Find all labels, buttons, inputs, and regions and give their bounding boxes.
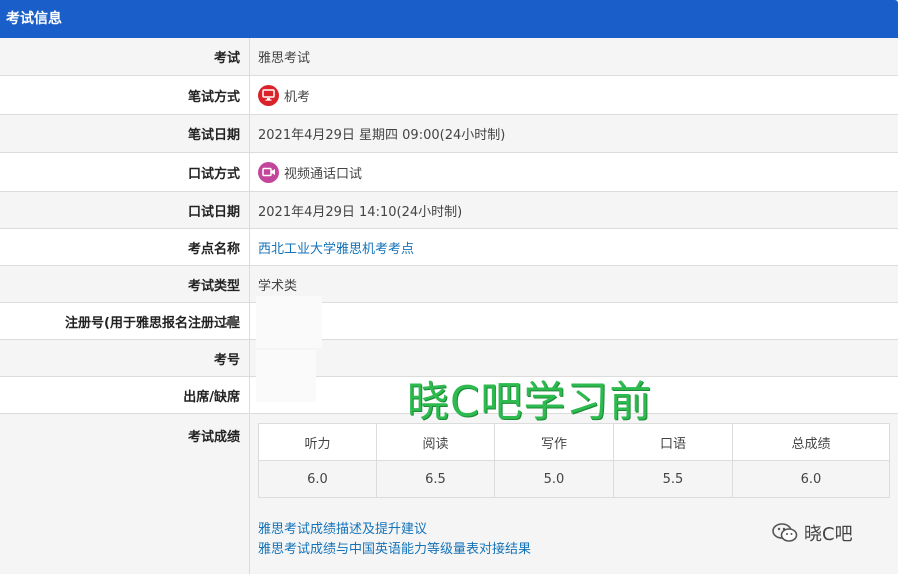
scores-header-row: 听力 阅读 写作 口语 总成绩 [258,423,890,461]
row-value: 雅思考试 [250,38,898,75]
written-mode-value: 机考 [284,89,311,105]
written-date-value: 2021年4月29日 星期四 09:00(24小时制) [258,128,506,143]
test-type-value: 学术类 [258,278,298,294]
brand-badge: 晓C吧 [772,520,853,546]
row-test-type: 考试类型 学术类 [0,266,898,303]
speaking-mode-value: 视频通话口试 [284,166,363,182]
score-reading: 6.5 [376,460,495,498]
score-header-speaking: 口语 [613,423,733,461]
row-label: 出席/缺席 [0,377,250,413]
score-speaking: 5.5 [613,460,733,498]
row-label: 笔试方式 [0,76,250,114]
scores-table: 听力 阅读 写作 口语 总成绩 6.0 6.5 5.0 5.5 6.0 [258,423,890,498]
row-exam: 考试 雅思考试 [0,38,898,76]
row-speaking-date: 口试日期 2021年4月29日 14:10(24小时制) [0,192,898,229]
score-header-overall: 总成绩 [732,423,890,461]
row-value: 学术类 [250,266,898,302]
score-header-listening: 听力 [258,423,377,461]
score-writing: 5.0 [494,460,614,498]
row-value: 西北工业大学雅思机考考点 [250,229,898,265]
section-header: 考试信息 [0,0,898,38]
row-label: 考点名称 [0,229,250,265]
row-scores: 考试成绩 听力 阅读 写作 口语 总成绩 6.0 6.5 5.0 5.5 6.0 [0,414,898,574]
score-listening: 6.0 [258,460,377,498]
video-call-icon [258,161,279,183]
row-label: 口试日期 [0,192,250,228]
row-test-center: 考点名称 西北工业大学雅思机考考点 [0,229,898,266]
row-label: 考试类型 [0,266,250,302]
watermark-text: 晓C吧学习前 [407,377,653,426]
row-registration-number: 注册号(用于雅思报名注册过程 [0,303,898,340]
computer-icon [258,84,279,106]
row-value [250,303,898,339]
wechat-icon [772,523,798,542]
row-label: 注册号(用于雅思报名注册过程 [0,303,250,339]
row-label: 考试成绩 [0,414,250,574]
test-center-link[interactable]: 西北工业大学雅思机考考点 [258,238,414,257]
row-label: 考试 [0,38,250,75]
speaking-date-value: 2021年4月29日 14:10(24小时制) [258,204,463,220]
row-value: 机考 [250,76,898,114]
score-header-writing: 写作 [494,423,614,461]
row-label: 考号 [0,340,250,376]
exam-info-table: 考试 雅思考试 笔试方式 机考 笔试日期 2021年4月29日 星期四 09:0… [0,38,898,574]
row-value: 2021年4月29日 14:10(24小时制) [250,192,898,228]
row-value: 2021年4月29日 星期四 09:00(24小时制) [250,115,898,152]
section-title: 考试信息 [6,11,62,27]
row-label: 口试方式 [0,153,250,191]
row-written-date: 笔试日期 2021年4月29日 星期四 09:00(24小时制) [0,115,898,153]
row-written-mode: 笔试方式 机考 [0,76,898,115]
redaction-patch [256,350,316,402]
row-value: 视频通话口试 [250,153,898,191]
brand-name: 晓C吧 [804,524,853,545]
row-speaking-mode: 口试方式 视频通话口试 [0,153,898,192]
scores-value-row: 6.0 6.5 5.0 5.5 6.0 [258,460,890,498]
exam-name: 雅思考试 [258,51,311,66]
score-overall: 6.0 [732,460,890,498]
row-label: 笔试日期 [0,115,250,152]
redaction-patch [256,296,322,348]
score-header-reading: 阅读 [376,423,495,461]
